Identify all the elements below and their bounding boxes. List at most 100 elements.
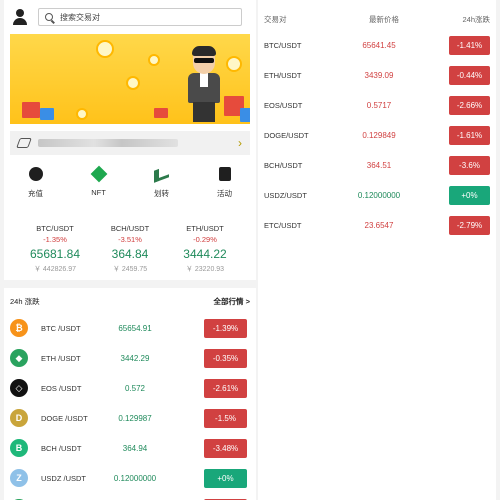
gift-icon: [22, 102, 40, 118]
pair-name: BTC/USDT: [264, 40, 302, 50]
change-badge[interactable]: -1.5%: [204, 408, 247, 428]
announcement-bar[interactable]: ›: [10, 131, 250, 155]
usdz-logo: Z: [10, 469, 28, 487]
ticker-price: 3444.22: [183, 247, 227, 261]
change-badge[interactable]: -2.66%: [449, 95, 490, 115]
quick-actions: 充值 NFT 划转 活动: [4, 165, 256, 199]
change-badge[interactable]: +0%: [204, 468, 247, 488]
change-badge[interactable]: -0.44%: [449, 65, 490, 85]
pair-price: 65641.45: [362, 40, 396, 50]
coin-icon: [226, 56, 242, 72]
search-input[interactable]: 搜索交易对: [38, 8, 242, 26]
search-icon: [45, 13, 53, 21]
change-badge[interactable]: +0%: [449, 185, 490, 205]
ticker-card[interactable]: BCH/USDT -3.51% 364.84 ￥ 2459.75: [95, 224, 165, 274]
market-header: 24h 涨跌 全部行情 >: [4, 288, 256, 313]
user-icon[interactable]: [12, 9, 28, 25]
ticker-change: -1.35%: [43, 235, 67, 244]
change-badge[interactable]: -2.61%: [204, 378, 247, 398]
ticker-cny: ￥ 2459.75: [112, 266, 148, 273]
pair-price: 0.12000000: [357, 190, 401, 200]
coin-icon: [96, 40, 114, 58]
pair-row[interactable]: BTC/USDT 65641.45 -1.41%: [258, 30, 496, 60]
ticker-strip: BTC/USDT -1.35% 65681.84 ￥ 442826.97 BCH…: [4, 224, 256, 274]
promo-banner[interactable]: [10, 34, 250, 124]
top-bar: 搜索交易对: [4, 0, 256, 34]
pair-name: ETH/USDT: [264, 70, 302, 80]
pairs-table: BTC/USDT 65641.45 -1.41% ETH/USDT 3439.09 -0.…: [258, 30, 496, 240]
action-transfer[interactable]: 划转: [137, 165, 187, 199]
pairs-panel: 交易对 最新价格 24h涨跌 BTC/USDT 65641.45 -1.41% ETH…: [258, 0, 496, 500]
market-price: 3442.29: [120, 353, 150, 363]
pair-row[interactable]: DOGE/USDT 0.129849 -1.61%: [258, 120, 496, 150]
pair-price: 364.51: [366, 160, 392, 170]
speaker-icon: [16, 138, 32, 148]
activity-icon: [218, 167, 231, 181]
market-list: ₿ BTC /USDT 65654.91 -1.39% ◆ ETH /USDT 3442.2…: [4, 313, 256, 500]
change-badge[interactable]: -3.6%: [449, 155, 490, 175]
coin-icon: [126, 76, 140, 90]
change-badge[interactable]: -0.35%: [204, 348, 247, 368]
pair-row[interactable]: EOS/USDT 0.5717 -2.66%: [258, 90, 496, 120]
action-label: 划转: [154, 189, 169, 198]
all-markets-link[interactable]: 全部行情 >: [214, 296, 250, 307]
ticker-pair: ETH/USDT: [186, 224, 224, 233]
pair-name: ETC/USDT: [264, 220, 302, 230]
action-deposit[interactable]: 充值: [11, 165, 61, 199]
doge-logo: D: [10, 409, 28, 427]
ticker-change: -0.29%: [193, 235, 217, 244]
nft-icon: [90, 165, 107, 183]
market-pair: ETH /USDT: [41, 353, 81, 363]
pair-name: DOGE/USDT: [264, 130, 309, 140]
market-price: 0.572: [124, 383, 146, 393]
pair-name: EOS/USDT: [264, 100, 303, 110]
action-label: NFT: [91, 188, 106, 197]
pair-row[interactable]: BCH/USDT 364.51 -3.6%: [258, 150, 496, 180]
eos-logo: ◇: [10, 379, 28, 397]
ticker-cny: ￥ 23220.93: [185, 266, 225, 273]
pair-row[interactable]: ETH/USDT 3439.09 -0.44%: [258, 60, 496, 90]
action-nft[interactable]: NFT: [74, 165, 124, 199]
gift-icon: [40, 108, 54, 120]
change-badge[interactable]: -3.48%: [204, 438, 247, 458]
market-row[interactable]: B BCH /USDT 364.94 -3.48%: [4, 433, 256, 463]
ticker-card[interactable]: BTC/USDT -1.35% 65681.84 ￥ 442826.97: [20, 224, 90, 274]
ticker-pair: BTC/USDT: [36, 224, 74, 233]
action-activity[interactable]: 活动: [200, 165, 250, 199]
market-row[interactable]: D DOGE /USDT 0.129987 -1.5%: [4, 403, 256, 433]
pair-row[interactable]: USDZ/USDT 0.12000000 +0%: [258, 180, 496, 210]
pair-name: USDZ/USDT: [264, 190, 307, 200]
deposit-icon: [28, 167, 43, 181]
action-label: 活动: [217, 189, 232, 198]
market-row[interactable]: ₿ BTC /USDT 65654.91 -1.39%: [4, 313, 256, 343]
ticker-card[interactable]: ETH/USDT -0.29% 3444.22 ￥ 23220.93: [170, 224, 240, 274]
col-change: 24h涨跌: [462, 15, 490, 24]
col-pair: 交易对: [264, 15, 287, 24]
market-row[interactable]: ◆ETC /USDT23.6879-2.66%: [4, 493, 256, 500]
pair-price: 0.129849: [362, 130, 396, 140]
action-label: 充值: [28, 189, 43, 198]
market-pair: USDZ /USDT: [41, 473, 86, 483]
market-pair: EOS /USDT: [41, 383, 82, 393]
market-row[interactable]: ◇ EOS /USDT 0.572 -2.61%: [4, 373, 256, 403]
market-row[interactable]: ◆ ETH /USDT 3442.29 -0.35%: [4, 343, 256, 373]
pairs-table-header: 交易对 最新价格 24h涨跌: [258, 0, 496, 30]
pair-price: 3439.09: [364, 70, 394, 80]
bch-logo: B: [10, 439, 28, 457]
gift-icon: [240, 108, 250, 122]
pair-row[interactable]: ETC/USDT 23.6547 -2.79%: [258, 210, 496, 240]
market-price: 65654.91: [118, 323, 152, 333]
pair-name: BCH/USDT: [264, 160, 303, 170]
change-badge[interactable]: -2.79%: [449, 215, 490, 235]
change-badge[interactable]: -1.41%: [449, 35, 490, 55]
ticker-cny: ￥ 442826.97: [33, 266, 77, 273]
mascot-illustration: [185, 46, 225, 124]
change-badge[interactable]: -1.61%: [449, 125, 490, 145]
market-price: 364.94: [122, 443, 148, 453]
announcement-text: [38, 139, 178, 147]
market-row[interactable]: Z USDZ /USDT 0.12000000 +0%: [4, 463, 256, 493]
change-badge[interactable]: -1.39%: [204, 318, 247, 338]
pair-price: 23.6547: [364, 220, 394, 230]
coin-icon: [148, 54, 160, 66]
pair-price: 0.5717: [366, 100, 392, 110]
